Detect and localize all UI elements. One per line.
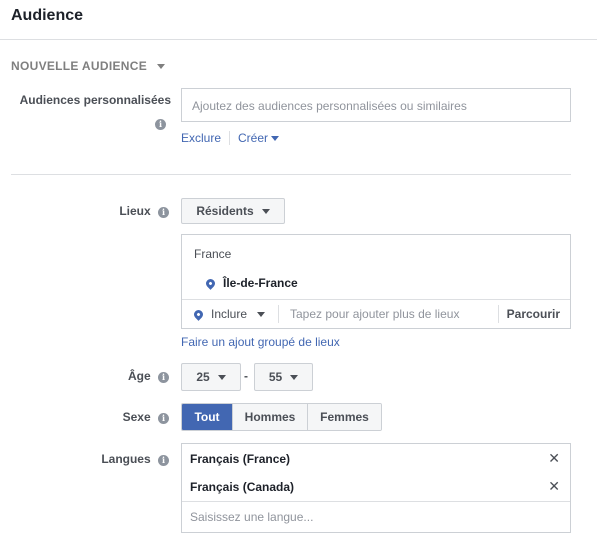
gender-option-all[interactable]: Tout — [182, 404, 233, 430]
new-audience-label: NOUVELLE AUDIENCE — [11, 59, 147, 73]
chevron-down-icon — [257, 311, 266, 317]
age-label-group: Âge i — [128, 369, 169, 383]
locations-box: France Île-de-France Inclure Tapez pour … — [181, 234, 571, 329]
include-divider — [278, 305, 279, 323]
bulk-add-locations-link[interactable]: Faire un ajout groupé de lieux — [181, 335, 340, 349]
new-audience-dropdown[interactable]: NOUVELLE AUDIENCE — [11, 59, 165, 73]
map-pin-icon — [204, 276, 217, 290]
close-icon[interactable]: ✕ — [548, 451, 560, 465]
browse-divider — [498, 305, 499, 323]
include-label: Inclure — [211, 307, 248, 321]
info-icon[interactable]: i — [158, 207, 169, 218]
exclude-link[interactable]: Exclure — [181, 131, 221, 145]
locations-box-divider — [182, 299, 570, 300]
custom-audiences-actions: Exclure Créer — [181, 131, 280, 145]
browse-button[interactable]: Parcourir — [507, 307, 560, 321]
age-separator: - — [244, 369, 248, 383]
gender-option-women[interactable]: Femmes — [308, 404, 381, 430]
map-pin-icon — [192, 307, 205, 321]
custom-audiences-label: Audiences personnalisées — [19, 93, 171, 107]
create-link[interactable]: Créer — [238, 131, 280, 145]
chevron-down-icon — [217, 374, 226, 380]
gender-option-men[interactable]: Hommes — [233, 404, 308, 430]
age-max-value: 55 — [268, 370, 283, 384]
location-search-input[interactable]: Tapez pour ajouter plus de lieux — [290, 307, 459, 321]
info-icon[interactable]: i — [155, 119, 166, 130]
custom-audiences-input[interactable]: Ajoutez des audiences personnalisées ou … — [181, 88, 571, 122]
age-min-value: 25 — [196, 370, 210, 384]
selected-location-label: Île-de-France — [223, 276, 298, 290]
info-icon[interactable]: i — [158, 372, 169, 383]
locations-label: Lieux — [119, 204, 151, 218]
include-dropdown[interactable]: Inclure — [192, 307, 266, 321]
language-search-input[interactable]: Saisissez une langue... — [190, 510, 313, 524]
gender-label-group: Sexe i — [123, 410, 169, 424]
language-tag: Français (Canada) ✕ — [182, 473, 570, 501]
chevron-down-icon — [271, 136, 280, 141]
info-icon[interactable]: i — [158, 455, 169, 466]
language-tag: Français (France) ✕ — [182, 445, 570, 473]
section-title: Audience — [11, 7, 84, 24]
age-min-dropdown[interactable]: 25 — [181, 363, 241, 391]
languages-label: Langues — [101, 452, 151, 466]
selected-location-item[interactable]: Île-de-France — [204, 276, 298, 290]
custom-audiences-placeholder: Ajoutez des audiences personnalisées ou … — [192, 99, 467, 113]
location-type-button[interactable]: Résidents — [181, 198, 285, 224]
gender-segmented-control: Tout Hommes Femmes — [181, 403, 382, 431]
languages-box-divider — [182, 501, 570, 502]
country-header: France — [194, 247, 232, 261]
link-divider — [229, 131, 231, 145]
age-max-dropdown[interactable]: 55 — [254, 363, 313, 391]
section-header: Audience — [0, 0, 597, 40]
locations-label-group: Lieux i — [119, 204, 169, 218]
gender-label: Sexe — [122, 410, 151, 424]
languages-label-group: Langues i — [101, 452, 169, 466]
age-label: Âge — [127, 369, 151, 383]
language-tag-label: Français (France) — [190, 452, 291, 466]
chevron-down-icon — [261, 208, 270, 214]
create-label: Créer — [238, 131, 269, 145]
info-icon[interactable]: i — [158, 413, 169, 424]
location-type-label: Résidents — [196, 204, 254, 218]
close-icon[interactable]: ✕ — [548, 479, 560, 493]
language-tag-label: Français (Canada) — [190, 480, 295, 494]
location-search-placeholder: Tapez pour ajouter plus de lieux — [290, 307, 460, 321]
language-search-placeholder: Saisissez une langue... — [190, 510, 314, 524]
languages-box: Français (France) ✕ Français (Canada) ✕ … — [181, 443, 571, 533]
chevron-down-icon — [157, 64, 165, 69]
section-divider — [11, 174, 571, 175]
chevron-down-icon — [290, 374, 299, 380]
